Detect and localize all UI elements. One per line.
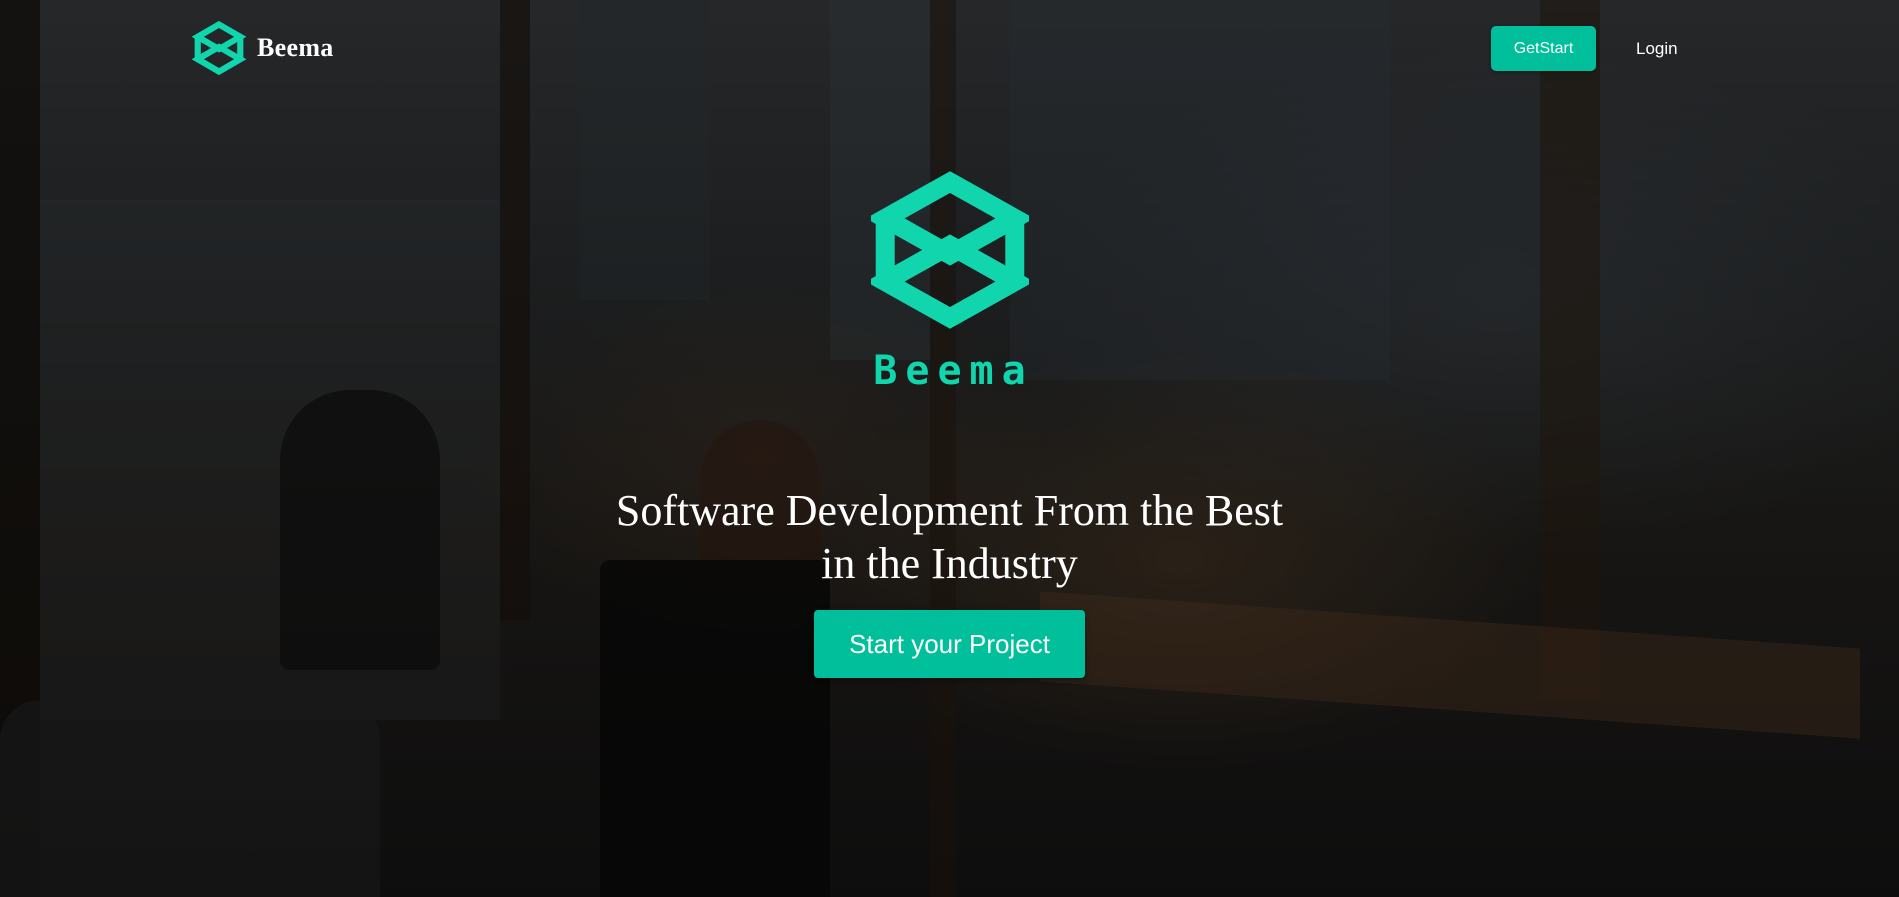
start-project-button[interactable]: Start your Project — [814, 610, 1085, 678]
hero-headline-line2: in the Industry — [821, 539, 1078, 588]
brand-logo-link[interactable]: Beema — [191, 20, 334, 76]
brand-name: Beema — [257, 33, 334, 62]
get-start-button[interactable]: GetStart — [1491, 26, 1596, 71]
hero-headline-line1: Software Development From the Best — [615, 486, 1284, 535]
hero-logo-wordmark: Beema — [873, 348, 1034, 394]
login-link[interactable]: Login — [1636, 26, 1678, 71]
beema-cube-icon — [871, 171, 1029, 329]
hero-headline: Software Development From the Best in th… — [0, 484, 1899, 590]
hero-section: Beema GetStart Login Beema Software Deve… — [0, 0, 1899, 897]
beema-cube-icon — [191, 20, 247, 76]
